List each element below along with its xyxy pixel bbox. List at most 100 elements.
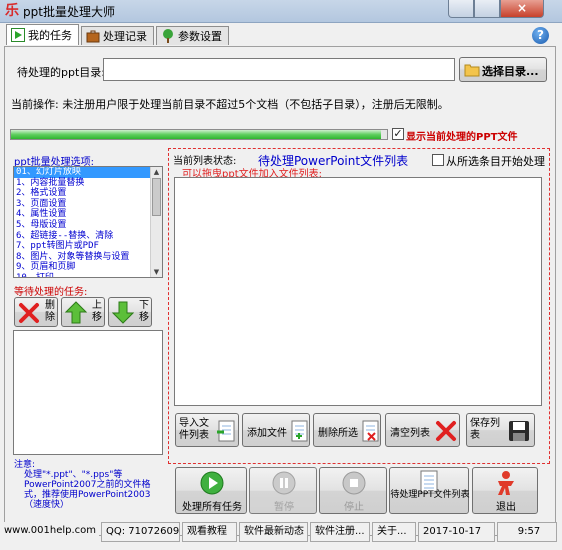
app-logo-icon: 乐 — [5, 3, 19, 19]
stop-label: 停止 — [344, 502, 364, 513]
clear-x-icon — [436, 421, 456, 441]
option-item[interactable]: 7、ppt转图片或PDF — [14, 241, 162, 252]
window-title: ppt批量处理大师 — [23, 5, 115, 19]
help-icon[interactable]: ? — [532, 27, 549, 44]
pending-title: 等待处理的任务: — [14, 287, 88, 298]
option-item[interactable]: 8、图片、对象等替换与设置 — [14, 252, 162, 263]
scroll-down-arrow-icon[interactable]: ▼ — [151, 267, 162, 277]
options-list[interactable]: 01、幻灯片放映 1、内容批量替换 2、格式设置 3、页面设置 4、属性设置 5、母版设置… — [13, 166, 163, 278]
option-item[interactable]: 3、页面设置 — [14, 199, 162, 210]
process-all-button[interactable]: 处理所有任务 — [175, 467, 247, 514]
add-file-icon — [291, 420, 308, 442]
arrow-up-icon — [65, 301, 87, 324]
show-current-checkbox[interactable]: ✓ — [392, 128, 404, 140]
pause-button[interactable]: 暂停 — [249, 467, 317, 514]
process-list-label: 待处理PPT文件列表 — [390, 490, 470, 500]
folder-icon — [464, 64, 480, 77]
move-up-button[interactable]: 上移 — [61, 297, 105, 327]
status-date: 2017-10-17 — [418, 522, 495, 542]
clear-list-button[interactable]: 清空列表 — [385, 413, 460, 447]
import-list-icon — [217, 420, 235, 442]
tutorial-link[interactable]: 观看教程 — [182, 522, 237, 542]
delete-selected-label: 删除所选 — [318, 428, 358, 439]
from-selected-checkbox[interactable] — [432, 154, 444, 166]
briefcase-icon — [86, 30, 100, 43]
progress-fill — [11, 130, 382, 139]
stop-icon — [342, 471, 366, 495]
tab-label: 处理记录 — [103, 30, 147, 43]
register-link[interactable]: 软件注册... — [310, 522, 370, 542]
qq-number: QQ: 710726095 — [101, 522, 180, 542]
play-icon — [11, 28, 25, 42]
move-up-label: 上移 — [92, 300, 102, 323]
import-list-button[interactable]: 导入文件列表 — [175, 413, 239, 447]
tree-icon — [163, 29, 173, 43]
pause-icon — [272, 471, 296, 495]
pause-label: 暂停 — [274, 502, 294, 513]
delete-task-label: 删除 — [45, 300, 55, 323]
option-item[interactable]: 9、页眉和页脚 — [14, 262, 162, 273]
option-item[interactable]: 4、属性设置 — [14, 209, 162, 220]
app-window: 乐 ppt批量处理大师 × 我的任务 处理记录 参数设置 ? 待处理的ppt目录… — [0, 0, 562, 550]
clear-list-label: 清空列表 — [390, 428, 430, 439]
options-scrollbar[interactable]: ▲ ▼ — [150, 167, 162, 277]
option-item[interactable]: 10、打印 — [14, 273, 162, 277]
save-list-button[interactable]: 保存列表 — [466, 413, 535, 447]
note-block: 注意: 处理"*.ppt"、"*.pps"等PowerPoint2007之前的文… — [14, 460, 164, 510]
select-dir-label: 选择目录... — [482, 65, 539, 78]
tab-history[interactable]: 处理记录 — [81, 26, 154, 45]
tab-strip: 我的任务 处理记录 参数设置 — [6, 24, 231, 46]
delete-file-icon — [362, 420, 379, 442]
scroll-up-arrow-icon[interactable]: ▲ — [151, 167, 162, 177]
title-bar: 乐 ppt批量处理大师 × — [0, 0, 562, 23]
dir-input[interactable] — [103, 58, 455, 81]
save-list-label: 保存列表 — [470, 418, 500, 441]
process-list-button[interactable]: 待处理PPT文件列表 — [389, 467, 470, 514]
arrow-down-icon — [112, 301, 134, 324]
tab-my-tasks[interactable]: 我的任务 — [6, 24, 79, 45]
tab-label: 参数设置 — [178, 30, 222, 43]
option-item[interactable]: 01、幻灯片放映 — [14, 167, 162, 178]
exit-label: 退出 — [496, 502, 516, 513]
dir-label: 待处理的ppt目录: — [17, 66, 105, 79]
scroll-thumb[interactable] — [152, 178, 161, 216]
file-list[interactable] — [174, 177, 542, 406]
status-time: 9:57 — [497, 522, 557, 542]
move-down-button[interactable]: 下移 — [108, 297, 152, 327]
progress-bar — [10, 129, 388, 140]
import-list-label: 导入文件列表 — [179, 418, 209, 441]
exit-button[interactable]: 退出 — [472, 467, 538, 514]
maximize-button[interactable] — [474, 0, 500, 18]
play-circle-icon — [200, 471, 224, 495]
close-button[interactable]: × — [500, 0, 544, 18]
note-text: 处理"*.ppt"、"*.pps"等PowerPoint2007之前的文件格式，… — [24, 470, 151, 510]
select-dir-button[interactable]: 选择目录... — [459, 57, 547, 82]
tab-settings[interactable]: 参数设置 — [156, 26, 229, 45]
option-item[interactable]: 2、格式设置 — [14, 188, 162, 199]
stop-button[interactable]: 停止 — [319, 467, 387, 514]
from-selected-label: 从所选条目开始处理 — [446, 155, 545, 168]
news-link[interactable]: 软件最新动态 — [239, 522, 308, 542]
option-item[interactable]: 5、母版设置 — [14, 220, 162, 231]
add-file-label: 添加文件 — [247, 428, 287, 439]
option-item[interactable]: 6、超链接--替换、清除 — [14, 231, 162, 242]
delete-x-icon — [19, 303, 39, 323]
website-link[interactable]: www.001help.com — [0, 522, 99, 542]
move-down-label: 下移 — [139, 300, 149, 323]
current-operation-text: 当前操作: 未注册用户限于处理当前目录不超过5个文档（不包括子目录），注册后无限… — [11, 98, 449, 111]
note-title: 注意: — [14, 460, 36, 470]
delete-task-button[interactable]: 删除 — [14, 297, 58, 327]
minimize-button[interactable] — [448, 0, 474, 18]
exit-person-icon — [498, 471, 514, 495]
option-item[interactable]: 1、内容批量替换 — [14, 178, 162, 189]
about-link[interactable]: 关于... — [372, 522, 416, 542]
pending-task-list[interactable] — [13, 330, 163, 455]
window-controls: × — [448, 0, 558, 18]
tab-label: 我的任务 — [28, 29, 72, 42]
add-file-button[interactable]: 添加文件 — [242, 413, 310, 447]
status-bar: www.001help.com QQ: 710726095 观看教程 软件最新动… — [0, 522, 562, 544]
process-all-label: 处理所有任务 — [182, 502, 242, 513]
show-current-label: 显示当前处理的PPT文件 — [406, 132, 518, 143]
delete-selected-button[interactable]: 删除所选 — [313, 413, 381, 447]
floppy-disk-icon — [509, 421, 529, 441]
